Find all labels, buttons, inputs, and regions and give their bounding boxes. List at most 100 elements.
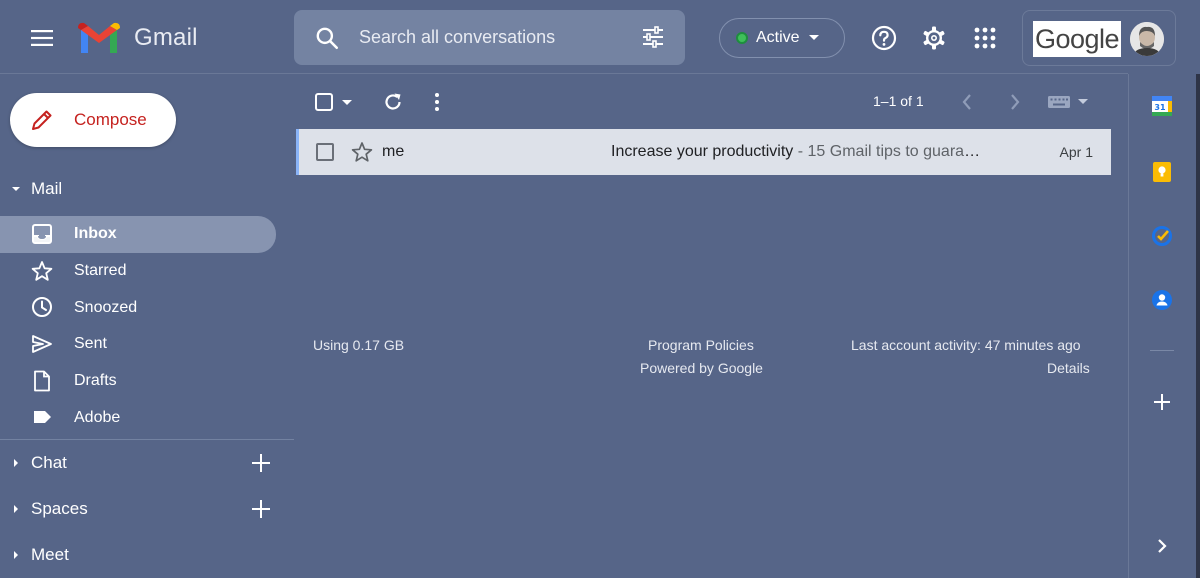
chevron-right-icon (1158, 539, 1167, 553)
status-online-icon (736, 32, 748, 44)
caret-right-icon (14, 505, 18, 513)
sidebar-section-label: Meet (31, 545, 69, 564)
sidebar-section-label: Spaces (31, 499, 88, 518)
star-icon[interactable] (351, 141, 373, 163)
refresh-button[interactable] (382, 88, 404, 116)
sidebar-divider (0, 439, 294, 440)
email-row[interactable]: me Increase your productivity - 15 Gmail… (296, 129, 1111, 175)
sidebar-section-spaces[interactable]: Spaces (0, 494, 294, 524)
caret-down-icon (808, 35, 819, 40)
send-icon (32, 335, 52, 353)
mail-toolbar: 1–1 of 1 (296, 84, 1111, 120)
contacts-icon (1152, 290, 1172, 310)
caret-down-icon[interactable] (340, 97, 354, 107)
search-options-icon[interactable] (641, 25, 665, 49)
apps-button[interactable] (967, 20, 1003, 56)
clock-icon (32, 297, 52, 318)
pagination-count: 1–1 of 1 (873, 93, 924, 109)
compose-label: Compose (74, 110, 147, 129)
account-switcher[interactable]: Google (1022, 10, 1176, 66)
sidebar-item-label: Inbox (74, 225, 117, 243)
caret-right-icon (14, 459, 18, 467)
last-activity-text: Last account activity: 47 minutes ago (851, 337, 1081, 353)
sidebar-item-drafts[interactable]: Drafts (0, 363, 294, 400)
caret-down-icon (1078, 99, 1088, 104)
more-vert-icon (435, 93, 439, 111)
add-space-icon[interactable] (250, 498, 272, 520)
keep-icon (1153, 162, 1171, 182)
email-sender: me (382, 143, 405, 160)
sidebar-item-label: Sent (74, 335, 107, 353)
keyboard-icon (1048, 96, 1070, 108)
search-input[interactable] (359, 27, 629, 48)
star-icon (31, 260, 53, 281)
sidebar-item-snoozed[interactable]: Snoozed (0, 289, 294, 326)
show-side-panel-button[interactable] (1150, 534, 1174, 558)
more-options-button[interactable] (432, 88, 442, 116)
app-name: Gmail (134, 23, 198, 51)
sidebar-nav: Inbox Starred Snoozed Sent Drafts Adobe (0, 216, 294, 436)
keep-app-button[interactable] (1150, 160, 1174, 184)
apps-grid-icon (974, 27, 996, 49)
input-tools-button[interactable] (1047, 88, 1089, 116)
select-all-checkbox[interactable] (314, 88, 354, 116)
checkbox-icon (315, 93, 333, 111)
sidebar-section-meet[interactable]: Meet (0, 540, 294, 570)
hamburger-icon (31, 30, 53, 46)
pencil-icon (32, 110, 52, 130)
gmail-m-icon (78, 22, 120, 53)
chevron-left-icon (962, 94, 971, 110)
email-select-checkbox[interactable] (316, 143, 334, 161)
email-subject-line: Increase your productivity - 15 Gmail ti… (611, 143, 983, 161)
sidebar-item-adobe[interactable]: Adobe (0, 399, 294, 436)
status-selector[interactable]: Active (719, 18, 845, 58)
email-snippet: - 15 Gmail tips to guarantee you get the… (797, 143, 983, 160)
compose-button[interactable]: Compose (10, 93, 176, 147)
status-label: Active (756, 29, 800, 46)
sidebar-item-label: Drafts (74, 372, 117, 390)
google-account-badge: Google (1033, 21, 1121, 57)
caret-down-icon (12, 187, 20, 191)
powered-by-text: Powered by Google (640, 360, 763, 376)
add-chat-icon[interactable] (250, 452, 272, 474)
sidebar-section-label: Mail (31, 179, 63, 198)
draft-icon (34, 370, 50, 392)
newer-page-button[interactable] (960, 88, 974, 116)
sidebar-section-label: Chat (31, 453, 67, 472)
activity-details-link[interactable]: Details (1047, 360, 1090, 376)
settings-button[interactable] (916, 20, 952, 56)
storage-usage: Using 0.17 GB (313, 337, 405, 353)
sidebar-item-starred[interactable]: Starred (0, 253, 294, 290)
inbox-icon (32, 224, 52, 244)
gear-icon (923, 26, 945, 50)
sidebar-item-sent[interactable]: Sent (0, 326, 294, 363)
plus-icon (1154, 394, 1170, 410)
calendar-app-button[interactable]: 31 (1150, 94, 1174, 118)
email-subject: Increase your productivity (611, 143, 794, 160)
sidebar-section-chat[interactable]: Chat (0, 448, 294, 478)
sidebar-item-label: Snoozed (74, 298, 138, 316)
gmail-logo[interactable]: Gmail (78, 22, 198, 53)
get-addons-button[interactable] (1150, 390, 1174, 414)
app-header: Gmail Active (0, 0, 1200, 74)
tasks-app-button[interactable] (1150, 224, 1174, 248)
sidebar-item-label: Adobe (74, 408, 121, 426)
search-icon[interactable] (314, 25, 340, 51)
sidebar-item-inbox[interactable]: Inbox (0, 216, 276, 253)
main-menu-button[interactable] (22, 18, 62, 58)
older-page-button[interactable] (1008, 88, 1022, 116)
refresh-icon (385, 93, 401, 110)
side-panel-divider (1128, 74, 1129, 578)
search-bar[interactable] (294, 10, 685, 65)
support-button[interactable] (866, 20, 902, 56)
user-avatar-icon (1130, 22, 1164, 56)
label-icon (34, 411, 51, 424)
contacts-app-button[interactable] (1150, 288, 1174, 312)
help-icon (871, 25, 897, 51)
sidebar-section-mail[interactable]: Mail (0, 174, 294, 204)
avatar[interactable] (1130, 22, 1164, 56)
side-panel-separator (1150, 350, 1174, 351)
sidebar-item-label: Starred (74, 262, 127, 280)
tasks-icon (1152, 226, 1172, 246)
program-policies-link[interactable]: Program Policies (648, 337, 754, 353)
